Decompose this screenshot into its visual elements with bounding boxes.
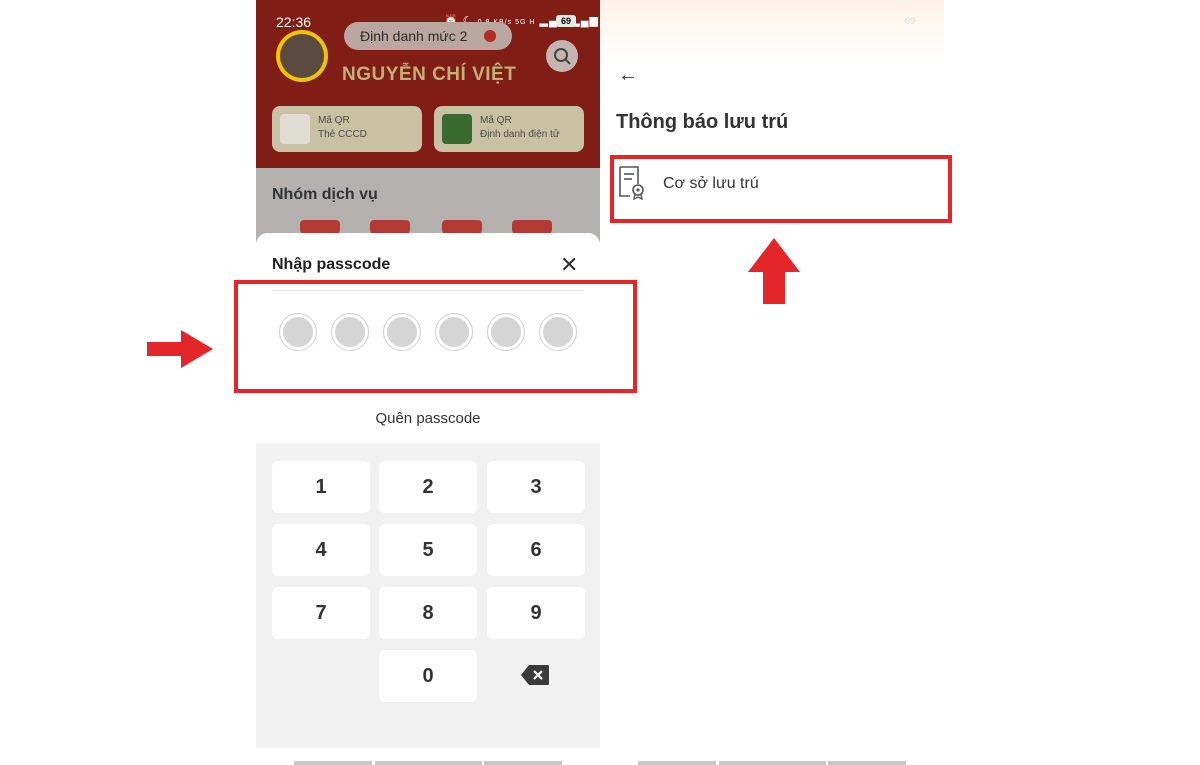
qr-card-label: Mã QR [480, 115, 512, 126]
qr-card-sub: Định danh điện tử [480, 129, 560, 140]
nav-bar [638, 761, 716, 765]
service-chip[interactable] [512, 220, 552, 234]
nav-bar [719, 761, 826, 765]
key-9[interactable]: 9 [487, 587, 585, 639]
key-3[interactable]: 3 [487, 461, 585, 513]
passcode-title: Nhập passcode [272, 256, 391, 273]
forgot-passcode-link[interactable]: Quên passcode [256, 410, 600, 427]
search-icon [554, 48, 571, 65]
key-4[interactable]: 4 [272, 524, 370, 576]
key-2[interactable]: 2 [379, 461, 477, 513]
nav-bar [828, 761, 906, 765]
user-name: NGUYỄN CHÍ VIỆT [342, 64, 517, 85]
decorative-header [600, 0, 944, 60]
up-arrow-icon [748, 238, 800, 304]
key-6[interactable]: 6 [487, 524, 585, 576]
qr-card-sub: Thẻ CCCD [318, 129, 367, 140]
battery-indicator: 69 [556, 15, 576, 27]
key-0[interactable]: 0 [379, 650, 477, 702]
search-button[interactable] [546, 40, 578, 72]
id-card-icon [280, 114, 310, 144]
service-group-title: Nhóm dịch vụ [272, 186, 378, 203]
passcode-highlight-box [234, 280, 637, 393]
avatar-photo [280, 34, 324, 78]
backspace-icon[interactable] [520, 664, 550, 686]
key-7[interactable]: 7 [272, 587, 370, 639]
key-5[interactable]: 5 [379, 524, 477, 576]
qr-card-label: Mã QR [318, 115, 350, 126]
nav-bar [375, 761, 482, 765]
service-chip[interactable] [442, 220, 482, 234]
close-icon[interactable]: ✕ [560, 254, 578, 276]
page-title: Thông báo lưu trú [616, 111, 789, 133]
back-arrow-icon[interactable]: ← [618, 64, 638, 87]
status-time: 22:36 [276, 14, 312, 30]
right-phone-screen: 69 ← Thông báo lưu trú Cơ sở lưu trú [600, 0, 944, 748]
nav-bar [294, 761, 372, 765]
nav-bar [484, 761, 562, 765]
item-highlight-box [610, 155, 952, 223]
status-battery: 69 [905, 16, 916, 26]
service-chip[interactable] [300, 220, 340, 234]
key-1[interactable]: 1 [272, 461, 370, 513]
key-8[interactable]: 8 [379, 587, 477, 639]
service-chip[interactable] [370, 220, 410, 234]
emblem-icon [484, 30, 496, 42]
right-arrow-icon [147, 330, 213, 368]
police-emblem-icon [442, 114, 472, 144]
qr-card-cccd[interactable]: Mã QR Thẻ CCCD [272, 106, 422, 152]
qr-card-digital-id[interactable]: Mã QR Định danh điện tử [434, 106, 584, 152]
